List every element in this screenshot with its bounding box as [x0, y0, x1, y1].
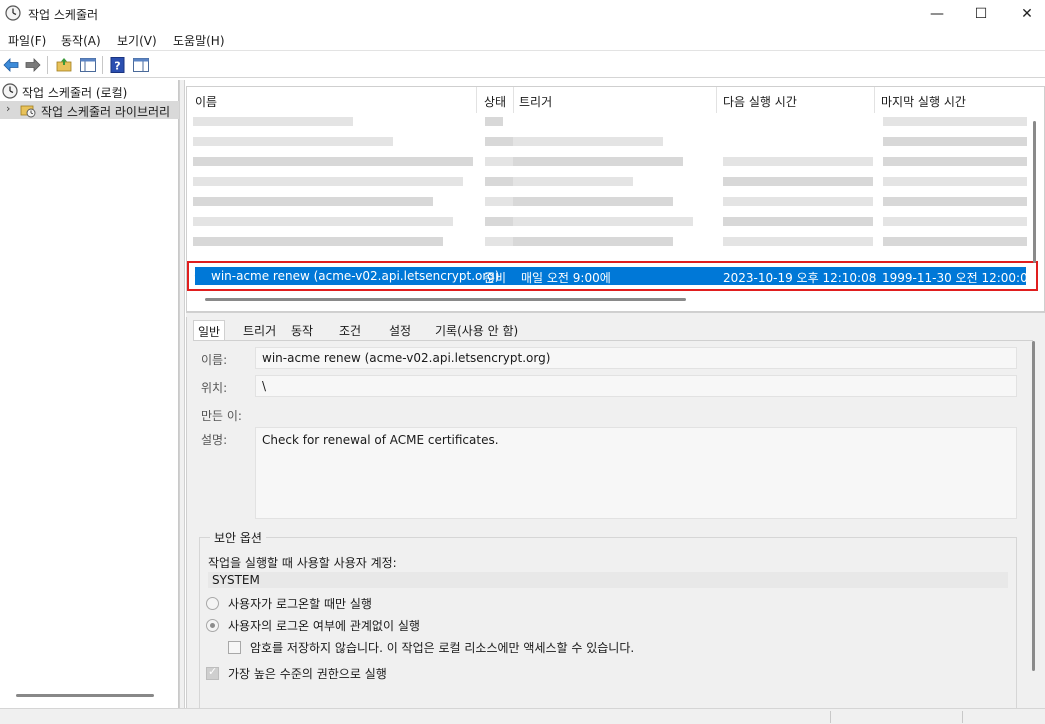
column-header-next-run[interactable]: 다음 실행 시간 [723, 87, 797, 113]
tab-triggers[interactable]: 트리거 [239, 320, 280, 341]
title-bar: 작업 스케줄러 — ☐ ✕ [0, 0, 1045, 28]
back-arrow-icon[interactable] [2, 56, 20, 74]
help-icon[interactable]: ? [109, 56, 127, 74]
task-name: win-acme renew (acme-v02.api.letsencrypt… [211, 269, 500, 283]
clock-icon [2, 83, 18, 99]
column-header-last-run[interactable]: 마지막 실행 시간 [881, 87, 966, 113]
task-row-selected[interactable]: win-acme renew (acme-v02.api.letsencrypt… [195, 267, 1035, 285]
location-field[interactable]: \ [255, 375, 1017, 397]
console-tree: 작업 스케줄러 (로컬) › 작업 스케줄러 라이브러리 [0, 80, 179, 708]
tab-settings[interactable]: 설정 [385, 320, 415, 341]
column-header-name[interactable]: 이름 [195, 87, 217, 113]
checkbox-highest-privileges-label: 가장 높은 수준의 권한으로 실행 [228, 667, 387, 681]
toolbar: ? [0, 52, 1045, 78]
name-field[interactable]: win-acme renew (acme-v02.api.letsencrypt… [255, 347, 1017, 369]
security-options-group: 보안 옵션 작업을 실행할 때 사용할 사용자 계정: SYSTEM 사용자가 … [199, 529, 1017, 709]
tab-conditions[interactable]: 조건 [335, 320, 365, 341]
menu-view[interactable]: 보기(V) [117, 32, 157, 49]
forward-arrow-icon[interactable] [24, 56, 42, 74]
user-account-field: SYSTEM [208, 572, 1008, 588]
column-header-status[interactable]: 상태 [484, 87, 506, 113]
location-label: 위치: [201, 381, 228, 395]
list-horizontal-scrollbar[interactable] [205, 298, 686, 301]
account-prompt: 작업을 실행할 때 사용할 사용자 계정: [208, 556, 397, 570]
security-options-title: 보안 옵션 [210, 529, 266, 546]
tree-item-library[interactable]: › 작업 스케줄러 라이브러리 [0, 101, 179, 119]
column-header-trigger[interactable]: 트리거 [519, 87, 552, 113]
close-button[interactable]: ✕ [1004, 0, 1045, 28]
tree-item-root-label: 작업 스케줄러 (로컬) [22, 86, 128, 100]
folder-up-icon[interactable] [55, 56, 73, 74]
svg-text:?: ? [114, 60, 120, 73]
redacted-task-rows [193, 113, 1027, 261]
menu-help[interactable]: 도움말(H) [173, 32, 225, 49]
task-next-run: 2023-10-19 오후 12:10:08 [723, 271, 877, 285]
author-label: 만든 이: [201, 409, 242, 423]
status-bar [0, 708, 1045, 724]
show-hide-console-tree-icon[interactable] [79, 56, 97, 74]
tree-horizontal-scrollbar[interactable] [16, 694, 154, 697]
task-last-run: 1999-11-30 오전 12:00:00 [882, 271, 1036, 285]
chevron-right-icon[interactable]: › [6, 102, 10, 115]
general-tab-content: 이름: win-acme renew (acme-v02.api.letsenc… [193, 340, 1033, 709]
menu-bar: 파일(F) 동작(A) 보기(V) 도움말(H) [0, 28, 1045, 51]
detail-vertical-scrollbar[interactable] [1032, 341, 1035, 671]
window-title: 작업 스케줄러 [28, 8, 99, 22]
task-detail-pane: 일반 트리거 동작 조건 설정 기록(사용 안 함) 이름: win-acme … [186, 317, 1045, 709]
list-vertical-scrollbar[interactable] [1033, 121, 1036, 263]
radio-run-logged-on[interactable] [206, 597, 219, 610]
tab-history[interactable]: 기록(사용 안 함) [431, 320, 522, 341]
name-label: 이름: [201, 353, 228, 367]
task-status: 준비 [484, 271, 507, 285]
tree-item-root[interactable]: 작업 스케줄러 (로컬) [0, 82, 179, 100]
description-label: 설명: [201, 433, 228, 447]
checkbox-do-not-store-password[interactable] [228, 641, 241, 654]
task-list: 이름 상태 트리거 다음 실행 시간 마지막 실행 시간 win-acme re… [186, 86, 1045, 312]
radio-run-logged-on-label: 사용자가 로그온할 때만 실행 [228, 597, 372, 611]
menu-file[interactable]: 파일(F) [8, 32, 46, 49]
task-trigger: 매일 오전 9:00에 [521, 271, 611, 285]
tab-general[interactable]: 일반 [193, 320, 226, 340]
tab-actions[interactable]: 동작 [287, 320, 317, 341]
clock-icon [5, 5, 21, 21]
radio-run-whether-logged-on-label: 사용자의 로그온 여부에 관계없이 실행 [228, 619, 420, 633]
pane-splitter-vertical[interactable] [179, 80, 185, 708]
description-field[interactable]: Check for renewal of ACME certificates. [255, 427, 1017, 519]
checkbox-highest-privileges[interactable] [206, 665, 219, 680]
radio-run-whether-logged-on[interactable] [206, 619, 219, 632]
minimize-button[interactable]: — [914, 0, 960, 28]
folder-clock-icon [20, 105, 36, 118]
tree-item-library-label: 작업 스케줄러 라이브러리 [41, 105, 171, 119]
menu-action[interactable]: 동작(A) [61, 32, 101, 49]
maximize-button[interactable]: ☐ [958, 0, 1004, 28]
action-pane-icon[interactable] [132, 56, 150, 74]
checkbox-do-not-store-password-label: 암호를 저장하지 않습니다. 이 작업은 로컬 리소스에만 액세스할 수 있습니… [250, 641, 635, 655]
